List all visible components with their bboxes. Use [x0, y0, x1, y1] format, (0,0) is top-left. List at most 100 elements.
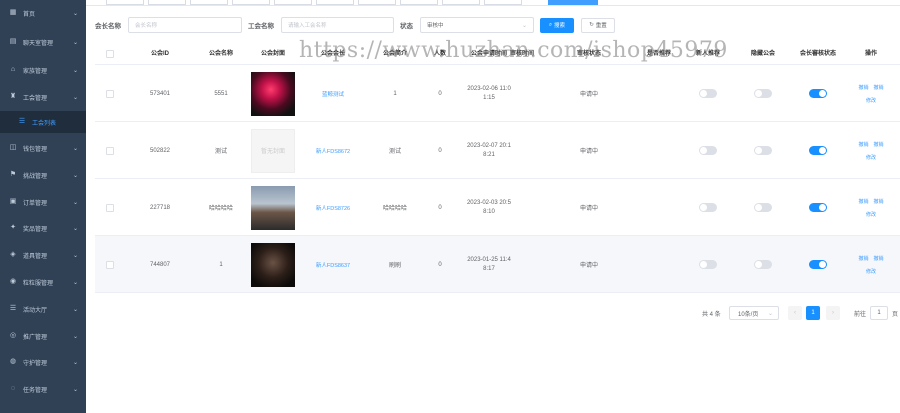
row-checkbox[interactable]: [106, 146, 114, 155]
status-filter: 状态: [400, 17, 413, 33]
row-checkbox[interactable]: [106, 260, 114, 269]
row-checkbox-cell[interactable]: [99, 179, 121, 236]
revoke-button[interactable]: 撤销: [858, 84, 868, 91]
guild-name-input[interactable]: 请输入工会名称: [281, 17, 394, 33]
operations-line: 修改: [866, 97, 876, 104]
sidebar-item[interactable]: ☰ 工会列表: [0, 111, 86, 133]
sidebar-item[interactable]: ✦ 奖品管理 ⌄: [0, 217, 86, 239]
challenge-icon: ⚑: [9, 171, 17, 178]
guild-owner-link[interactable]: 蓝鲸测试: [303, 65, 363, 122]
row-checkbox-cell[interactable]: [99, 122, 121, 179]
tab-stub[interactable]: [274, 0, 312, 5]
guild-cover-image: [251, 71, 295, 116]
table-row[interactable]: 573401 5551 蓝鲸测试 1 0 2023-02-06 11:0 1:15 申请中 撤销…: [95, 65, 900, 122]
page-size-select[interactable]: 10条/页 ⌄: [729, 306, 779, 320]
edit-button[interactable]: 修改: [866, 268, 876, 275]
revoke-button[interactable]: 撤销: [874, 84, 884, 91]
chevron-down-icon: ⌄: [72, 306, 78, 313]
sidebar-item[interactable]: ◫ 钱包管理 ⌄: [0, 137, 86, 159]
prev-page-button[interactable]: ‹: [788, 306, 802, 320]
guild-owner-link[interactable]: 新人FDS8726: [303, 179, 363, 236]
sidebar-item-label: 工会管理: [23, 95, 48, 102]
row-checkbox[interactable]: [106, 203, 114, 212]
owner-status-toggle[interactable]: [809, 203, 827, 212]
sidebar-item[interactable]: ♜ 工会管理 ⌄: [0, 86, 86, 108]
tab-stub[interactable]: [190, 0, 228, 5]
owner-status-toggle[interactable]: [809, 146, 827, 155]
tabs-strip: [86, 0, 900, 6]
tab-stub[interactable]: [484, 0, 522, 5]
hide-guild-toggle[interactable]: [754, 260, 772, 269]
tab-stub[interactable]: [358, 0, 396, 5]
reset-button[interactable]: ↻ 重置: [581, 17, 615, 33]
guild-cover-image: [251, 185, 295, 230]
new-recommend-toggle[interactable]: [699, 260, 717, 269]
tab-stub[interactable]: [442, 0, 480, 5]
guild-owner-link[interactable]: 新人FDS8637: [303, 236, 363, 293]
sidebar-item[interactable]: ◌ 任务管理 ⌄: [0, 378, 86, 400]
chevron-down-icon: ⌄: [72, 10, 78, 17]
sidebar-item[interactable]: ⌂ 家族管理 ⌄: [0, 59, 86, 81]
new-recommend-toggle[interactable]: [699, 89, 717, 98]
tab-stub[interactable]: [106, 0, 144, 5]
owner-status-toggle[interactable]: [809, 260, 827, 269]
revoke-button[interactable]: 撤销: [874, 255, 884, 262]
column-header: 公会名称: [208, 51, 233, 57]
next-page-button[interactable]: ›: [826, 306, 840, 320]
new-recommend-toggle-cell: [679, 179, 737, 236]
revoke-button[interactable]: 撤销: [858, 141, 868, 148]
select-all-checkbox-cell[interactable]: [99, 43, 121, 65]
table-row[interactable]: 744807 1 新人FDS8637 刷刷 0 2023-01-25 11:4 8:17 申请…: [95, 236, 900, 293]
tab-stub[interactable]: [400, 0, 438, 5]
row-checkbox[interactable]: [106, 89, 114, 98]
table-header: 公会ID 公会名称 公会封面 公会会长 公会简介 人数 公会申请时间 审核时间 审核状态 是否推荐…: [95, 43, 900, 65]
sidebar-item-label: 订单管理: [23, 200, 48, 207]
table-row[interactable]: 502822 测试 暂无封面 新人FDS8672 测试 0 2023-02-07 20:1 8…: [95, 122, 900, 179]
revoke-button[interactable]: 撤销: [874, 141, 884, 148]
tab-active[interactable]: [548, 0, 598, 5]
row-checkbox-cell[interactable]: [99, 65, 121, 122]
hide-guild-toggle[interactable]: [754, 89, 772, 98]
new-recommend-toggle[interactable]: [699, 203, 717, 212]
row-checkbox-cell[interactable]: [99, 236, 121, 293]
new-recommend-toggle[interactable]: [699, 146, 717, 155]
owner-name-input[interactable]: 会长名称: [128, 17, 242, 33]
tab-stub[interactable]: [316, 0, 354, 5]
apply-time-date: 2023-01-25 11:4: [467, 256, 511, 263]
pagination-total: 共 4 条: [702, 306, 721, 320]
search-button[interactable]: ⌕ 搜索: [540, 17, 574, 33]
guild-name: 5551: [214, 90, 228, 97]
page-number-1[interactable]: 1: [806, 306, 820, 320]
sidebar-item[interactable]: ▣ 订单管理 ⌄: [0, 191, 86, 213]
revoke-button[interactable]: 撤销: [874, 198, 884, 205]
guild-intro: 测试: [388, 149, 401, 155]
edit-button[interactable]: 修改: [866, 97, 876, 104]
apply-time-date: 2023-02-07 20:1: [466, 142, 512, 149]
tab-stub[interactable]: [232, 0, 270, 5]
status-select[interactable]: 审核中 ⌄: [420, 17, 534, 33]
sidebar-item[interactable]: ◈ 道具管理 ⌄: [0, 244, 86, 266]
edit-button[interactable]: 修改: [866, 211, 876, 218]
owner-status-toggle[interactable]: [809, 89, 827, 98]
sidebar-item[interactable]: ⚑ 挑战管理 ⌄: [0, 164, 86, 186]
select-all-checkbox[interactable]: [106, 50, 114, 58]
edit-button[interactable]: 修改: [866, 154, 876, 161]
tab-stub[interactable]: [148, 0, 186, 5]
sidebar-item[interactable]: ☰ 活动大厅 ⌄: [0, 298, 86, 320]
sidebar-item-label: 挑战管理: [23, 173, 48, 180]
guild-owner-link[interactable]: 新人FDS8672: [303, 122, 363, 179]
hide-guild-toggle[interactable]: [754, 203, 772, 212]
sidebar-item[interactable]: ▦ 首页 ⌄: [0, 2, 86, 24]
sidebar-item[interactable]: ◍ 守护管理 ⌄: [0, 351, 86, 373]
sidebar-item[interactable]: ◉ 粒粒服管理 ⌄: [0, 271, 86, 293]
props-icon: ◈: [10, 251, 16, 258]
revoke-button[interactable]: 撤销: [858, 255, 868, 262]
sidebar-item[interactable]: ▤ 聊天室管理 ⌄: [0, 31, 86, 53]
table-row[interactable]: 227718 哈哈哈哈 新人FDS8726 哈哈哈哈 0 2023-02-03 20:5 8…: [95, 179, 900, 236]
hide-guild-toggle[interactable]: [754, 146, 772, 155]
audit-status: 申请中: [579, 149, 598, 155]
page-size-value: 10条/页: [738, 311, 759, 318]
sidebar-item[interactable]: ◎ 推广管理 ⌄: [0, 325, 86, 347]
goto-page-input[interactable]: 1: [870, 306, 889, 320]
revoke-button[interactable]: 撤销: [858, 198, 868, 205]
